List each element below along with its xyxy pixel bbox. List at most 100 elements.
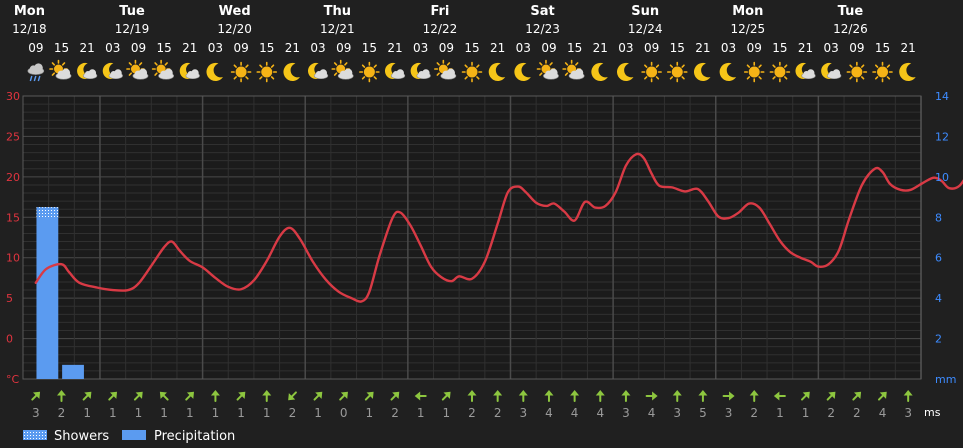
precipitation-bar <box>62 364 84 379</box>
wind-speed-label: 1 <box>135 406 143 420</box>
wind-arrow-icon <box>518 390 528 402</box>
wind-arrow-icon <box>467 390 477 402</box>
wind-arrow-icon <box>621 390 631 402</box>
hour-label: 03 <box>618 41 633 55</box>
wind-speed-label: 1 <box>776 406 784 420</box>
wind-speed-label: 3 <box>673 406 681 420</box>
hour-label: 09 <box>439 41 454 55</box>
day-date: 12/26 <box>833 22 868 36</box>
hour-label: 21 <box>901 41 916 55</box>
wind-speed-label: 1 <box>109 406 117 420</box>
wind-speed-label: 4 <box>879 406 887 420</box>
sun-icon <box>872 61 893 83</box>
hour-label: 21 <box>490 41 505 55</box>
hour-label: 03 <box>310 41 325 55</box>
precipitation-tick-label: 4 <box>935 292 942 305</box>
hour-label: 09 <box>644 41 659 55</box>
wind-speed-label: 3 <box>32 406 40 420</box>
day-name: Sun <box>631 4 659 19</box>
wind-speed-label: 5 <box>699 406 707 420</box>
day-name: Mon <box>14 4 45 19</box>
legend: Showers Precipitation <box>23 429 235 444</box>
wind-speed-label: 1 <box>237 406 245 420</box>
wind-unit: ms <box>924 406 941 419</box>
day-header: Mon 12/18 Tue 12/19 Wed 12/20 Thu 12/21 Fri 12/22… <box>12 4 868 36</box>
wind-arrow-icon <box>133 391 143 401</box>
hour-label: 21 <box>387 41 402 55</box>
precipitation-axis: 14 12 10 8 6 4 2 <box>935 90 949 346</box>
wind-arrow-icon <box>595 390 605 402</box>
partly-cloudy-night-icon <box>384 62 406 80</box>
partly-cloudy-day-icon <box>536 59 559 80</box>
temperature-tick-label: 10 <box>6 252 20 265</box>
day-name: Fri <box>430 4 449 19</box>
wind-speed-label: 1 <box>83 406 91 420</box>
weather-icon-row <box>27 59 916 83</box>
wind-speed-label: 2 <box>391 406 399 420</box>
moon-icon <box>591 62 608 81</box>
hour-label: 03 <box>413 41 428 55</box>
precipitation-tick-label: 2 <box>935 333 942 346</box>
temperature-tick-label: 15 <box>6 211 20 224</box>
wind-arrow-icon <box>645 391 658 401</box>
wind-speed-label: 1 <box>212 406 220 420</box>
hour-label: 15 <box>875 41 890 55</box>
hour-label: 03 <box>208 41 223 55</box>
moon-icon <box>617 62 634 81</box>
wind-speed-label: 1 <box>443 406 451 420</box>
hour-label: 15 <box>156 41 171 55</box>
temperature-tick-label: 20 <box>6 171 20 184</box>
moon-icon <box>514 62 531 81</box>
partly-cloudy-day-icon <box>331 59 354 80</box>
day-name: Tue <box>838 4 864 19</box>
hour-label: 15 <box>362 41 377 55</box>
meteogram-chart: Mon 12/18 Tue 12/19 Wed 12/20 Thu 12/21 Fri 12/22… <box>6 4 963 444</box>
day-name: Tue <box>119 4 145 19</box>
wind-speed-label: 1 <box>802 406 810 420</box>
day-name: Sat <box>530 4 554 19</box>
wind-speed-label: 1 <box>186 406 194 420</box>
partly-cloudy-night-icon <box>821 62 842 80</box>
partly-cloudy-night-icon <box>795 62 816 80</box>
wind-speed-label: 4 <box>571 406 579 420</box>
precipitation-axis-unit: mm <box>935 373 956 386</box>
showers-swatch <box>23 430 47 440</box>
moon-icon <box>899 62 916 81</box>
partly-cloudy-night-icon <box>179 62 200 80</box>
wind-arrow-icon <box>544 390 554 402</box>
wind-speed-label: 1 <box>366 406 374 420</box>
wind-speed-label: 1 <box>417 406 425 420</box>
wind-speed-label: 3 <box>904 406 912 420</box>
hour-label: 03 <box>824 41 839 55</box>
day-date: 12/19 <box>115 22 150 36</box>
plot-area <box>23 96 921 379</box>
wind-speed-label: 2 <box>58 406 66 420</box>
day-date: 12/25 <box>731 22 766 36</box>
hour-label: 15 <box>670 41 685 55</box>
wind-speed-label: 2 <box>853 406 861 420</box>
precipitation-tick-label: 12 <box>935 130 949 143</box>
wind-speed-label: 4 <box>596 406 604 420</box>
wind-speed-label: 2 <box>468 406 476 420</box>
hour-label: 03 <box>105 41 120 55</box>
precipitation-swatch <box>122 430 146 440</box>
wind-arrow-icon <box>852 391 862 401</box>
wind-arrow-icon <box>826 391 836 401</box>
hour-label: 09 <box>747 41 762 55</box>
temperature-axis: 30 25 20 15 10 5 0 <box>6 90 20 346</box>
wind-arrow-icon <box>185 391 195 401</box>
temperature-tick-label: 5 <box>6 292 13 305</box>
wind-arrow-icon <box>56 390 66 402</box>
day-name: Thu <box>324 4 351 19</box>
hour-label: 21 <box>798 41 813 55</box>
hour-label: 09 <box>541 41 556 55</box>
wind-arrow-icon <box>339 391 348 401</box>
hour-label: 15 <box>464 41 479 55</box>
partly-cloudy-day-icon <box>562 59 585 80</box>
hour-label: 09 <box>28 41 43 55</box>
wind-speed-label: 2 <box>750 406 758 420</box>
wind-row: 3 2 1 1 1 1 1 1 1 1 2 1 0 1 2 1 1 2 2 3 4 4 4 3 4 3 5 3 2 1 1 2 2 4 3 <box>31 390 913 420</box>
hour-label: 09 <box>233 41 248 55</box>
wind-arrow-icon <box>288 391 297 401</box>
wind-arrow-icon <box>441 391 451 401</box>
